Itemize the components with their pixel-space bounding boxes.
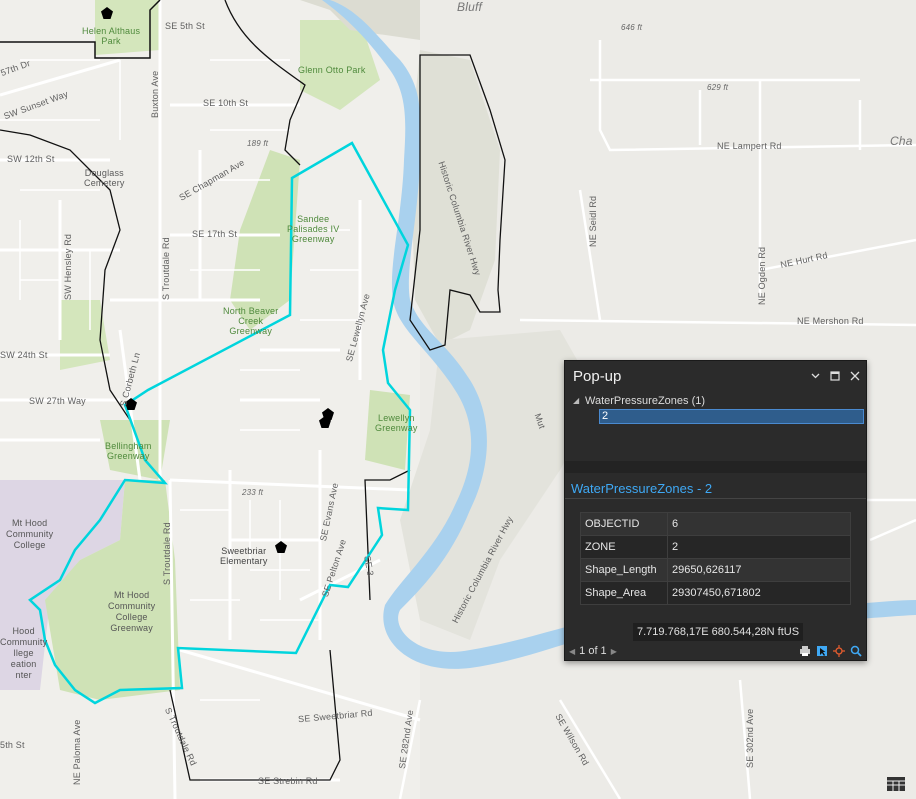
field-name: Shape_Area: [580, 581, 668, 605]
pager-text: 1 of 1: [579, 645, 607, 657]
label-bellingham-greenway: Bellingham Greenway: [105, 441, 152, 461]
label-ne-seidl-rd: NE Seidl Rd: [588, 195, 598, 247]
label-5th-st: 5th St: [0, 740, 25, 750]
tree-layer-row[interactable]: ◢ WaterPressureZones (1): [573, 393, 866, 408]
label-lewellyn-greenway: Lewellyn Greenway: [375, 413, 418, 433]
label-bluff: Bluff: [457, 0, 483, 14]
field-name: ZONE: [580, 535, 668, 559]
label-glenn-otto-park: Glenn Otto Park: [298, 65, 366, 75]
table-tool-icon[interactable]: [886, 775, 906, 793]
expand-arrow-icon[interactable]: ◢: [573, 396, 585, 405]
label-helen-althaus-park: Helen Althaus Park: [82, 26, 141, 46]
field-value: 2: [667, 535, 851, 559]
label-se-302nd-ave: SE 302nd Ave: [745, 708, 755, 768]
label-hood-community-recreation-center: Hood Community llege eation nter: [0, 626, 48, 680]
pentagon-marker-icon[interactable]: [319, 416, 331, 428]
feature-tree[interactable]: ◢ WaterPressureZones (1) 2: [565, 391, 866, 424]
label-north-beaver-creek-greenway: North Beaver Creek Greenway: [223, 306, 279, 336]
panel-splitter[interactable]: [565, 461, 866, 473]
coordinate-readout: 7.719.768,17E 680.544,28N ftUS: [633, 623, 804, 641]
feature-title: WaterPressureZones - 2: [571, 481, 713, 496]
pentagon-marker-icon[interactable]: [275, 541, 287, 553]
label-se-10th-st: SE 10th St: [203, 98, 249, 108]
pentagon-marker-icon[interactable]: [101, 7, 113, 19]
label-se-5th-st: SE 5th St: [165, 21, 205, 31]
label-se-strebin-rd: SE Strebin Rd: [258, 776, 318, 786]
tree-feature-item[interactable]: 2: [599, 409, 864, 424]
tree-layer-label: WaterPressureZones (1): [585, 394, 706, 407]
label-elev-629: 629 ft: [707, 83, 729, 92]
popup-panel[interactable]: Pop-up ◢ WaterPressureZones (1) 2 WaterP…: [564, 360, 867, 661]
divider: [565, 498, 866, 499]
label-s-troutdale-rd-south: S Troutdale Rd: [162, 522, 172, 585]
maximize-icon[interactable]: [826, 367, 844, 385]
label-sweetbriar-elementary: Sweetbriar Elementary: [220, 546, 268, 566]
label-sw-24th-st: SW 24th St: [0, 350, 48, 360]
table-row: ZONE 2: [580, 535, 851, 559]
label-elev-646: 646 ft: [621, 23, 643, 32]
table-row: OBJECTID 6: [580, 512, 851, 536]
popup-title: Pop-up: [573, 367, 622, 385]
label-se-17th-st: SE 17th St: [192, 229, 238, 239]
popup-titlebar[interactable]: Pop-up: [565, 361, 866, 391]
field-value: 29650,626117: [667, 558, 851, 582]
label-sw-27th-way: SW 27th Way: [29, 396, 86, 406]
next-arrow-icon[interactable]: ▶: [611, 647, 617, 656]
chevron-down-icon[interactable]: [806, 367, 824, 385]
label-elev-189: 189 ft: [247, 139, 269, 148]
label-elev-233: 233 ft: [242, 488, 264, 497]
field-name: Shape_Length: [580, 558, 668, 582]
label-buxton-ave: Buxton Ave: [150, 70, 160, 118]
label-mt-hood-college-greenway: Mt Hood Community College Greenway: [108, 590, 156, 633]
pan-to-icon[interactable]: [832, 644, 846, 658]
field-name: OBJECTID: [580, 512, 668, 536]
field-value: 29307450,671802: [667, 581, 851, 605]
label-douglass-cemetery: Douglass Cemetery: [84, 168, 125, 188]
label-ne-mershon-rd: NE Mershon Rd: [797, 316, 864, 326]
label-s-troutdale-rd-north: S Troutdale Rd: [161, 237, 171, 300]
zoom-to-icon[interactable]: [849, 644, 863, 658]
table-row: Shape_Length 29650,626117: [580, 558, 851, 582]
select-feature-icon[interactable]: [815, 644, 829, 658]
previous-arrow-icon[interactable]: ◀: [569, 647, 575, 656]
table-row: Shape_Area 29307450,671802: [580, 581, 851, 605]
print-icon[interactable]: [798, 644, 812, 658]
label-sandee-palisades-greenway: Sandee Palisades IV Greenway: [287, 214, 340, 244]
close-icon[interactable]: [846, 367, 864, 385]
label-ne-ogden-rd: NE Ogden Rd: [757, 246, 767, 305]
label-cha: Cha: [890, 134, 913, 148]
label-sw-12th-st: SW 12th St: [7, 154, 55, 164]
field-value: 6: [667, 512, 851, 536]
attribute-table: OBJECTID 6 ZONE 2 Shape_Length 29650,626…: [580, 512, 851, 605]
label-mt-hood-community-college: Mt Hood Community College: [6, 518, 54, 550]
popup-footer: ◀ 1 of 1 ▶: [565, 642, 866, 660]
label-ne-paloma-ave: NE Paloma Ave: [72, 719, 82, 785]
label-sw-hensley-rd: SW Hensley Rd: [63, 233, 73, 300]
label-ne-lampert-rd: NE Lampert Rd: [717, 141, 782, 151]
